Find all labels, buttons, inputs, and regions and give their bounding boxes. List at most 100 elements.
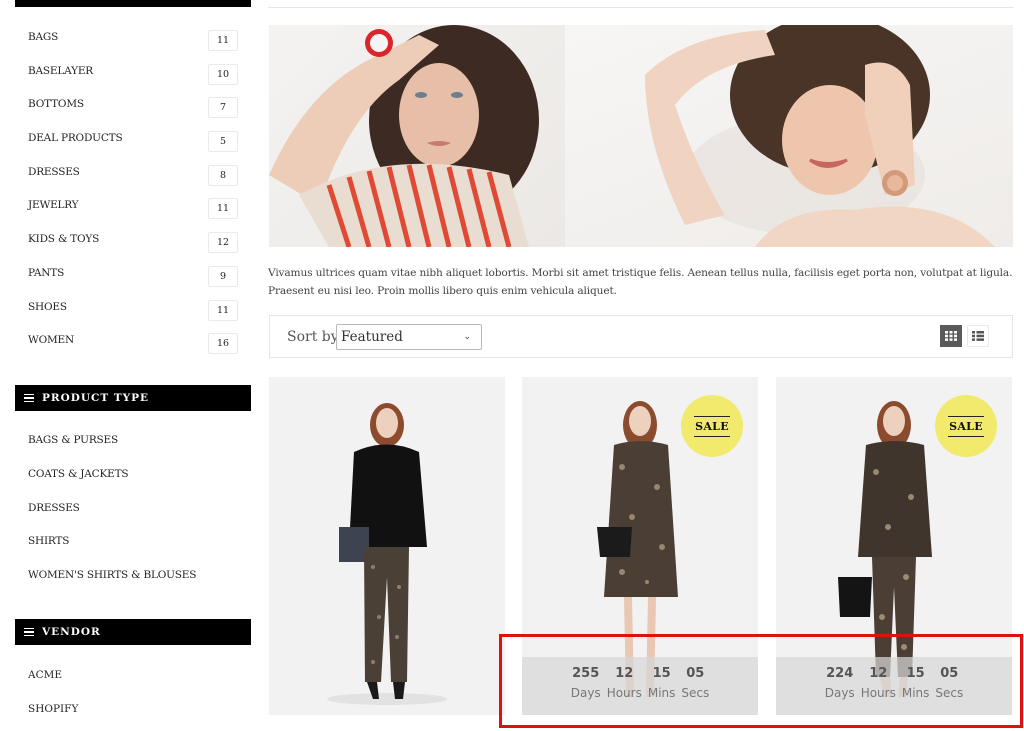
vendor-list: ACME SHOPIFY <box>15 659 251 726</box>
category-count: 5 <box>208 131 238 153</box>
product-image <box>327 403 447 705</box>
grid-view-button[interactable] <box>940 325 962 347</box>
category-label: BOTTOMS <box>28 98 84 111</box>
banner-image-right <box>565 25 1013 247</box>
product-type-label: SHIRTS <box>28 535 70 548</box>
countdown-secs: 05 Secs <box>681 666 709 715</box>
category-item-jewelry[interactable]: JEWELRY 11 <box>15 189 251 223</box>
sale-badge: SALE <box>681 395 743 457</box>
countdown-label: Days <box>570 686 601 700</box>
countdown-label: Hours <box>860 686 896 700</box>
product-type-label: WOMEN'S SHIRTS & BLOUSES <box>28 569 197 582</box>
product-toolbar: Sort by Featured ⌄ <box>269 315 1013 358</box>
category-count: 16 <box>208 333 238 355</box>
countdown-days: 224 Days <box>825 666 855 715</box>
product-type-label: COATS & JACKETS <box>28 467 129 480</box>
vendor-header: VENDOR <box>15 619 251 645</box>
product-type-item[interactable]: DRESSES <box>15 492 251 526</box>
sidebar-top-header <box>15 0 251 7</box>
countdown-timer: 224 Days 12 Hours 15 Mins 05 Secs <box>776 657 1012 715</box>
category-count: 11 <box>208 30 238 51</box>
collection-description: Vivamus ultrices quam vitae nibh aliquet… <box>268 267 1013 297</box>
product-type-item[interactable]: COATS & JACKETS <box>15 458 251 492</box>
category-label: DRESSES <box>28 165 80 178</box>
menu-icon <box>24 393 34 403</box>
category-item-deal-products[interactable]: DEAL PRODUCTS 5 <box>15 122 251 156</box>
category-count: 7 <box>208 97 238 119</box>
list-icon <box>972 331 984 341</box>
category-label: BASELAYER <box>28 64 93 77</box>
product-type-item[interactable]: BAGS & PURSES <box>15 424 251 458</box>
countdown-mins: 15 Mins <box>648 666 676 715</box>
category-label: WOMEN <box>28 334 75 347</box>
countdown-timer: 255 Days 12 Hours 15 Mins 05 Secs <box>522 657 758 715</box>
countdown-value: 12 <box>869 666 888 681</box>
product-type-label: BAGS & PURSES <box>28 434 118 446</box>
category-list: BAGS 11 BASELAYER 10 BOTTOMS 7 DEAL PRODUCT… <box>15 21 251 358</box>
countdown-value: 05 <box>686 666 705 681</box>
banner-image-left <box>269 25 565 247</box>
menu-icon <box>24 627 34 637</box>
countdown-label: Secs <box>681 686 710 700</box>
product-type-item[interactable]: WOMEN'S SHIRTS & BLOUSES <box>15 559 251 593</box>
category-item-pants[interactable]: PANTS 9 <box>15 257 251 291</box>
countdown-hours: 12 Hours <box>607 666 642 715</box>
category-item-kids-toys[interactable]: KIDS & TOYS 12 <box>15 223 251 257</box>
category-count: 11 <box>208 198 238 220</box>
category-item-shoes[interactable]: SHOES 11 <box>15 291 251 325</box>
product-type-header: PRODUCT TYPE <box>15 385 251 411</box>
category-item-bags[interactable]: BAGS 11 <box>15 21 251 55</box>
category-item-bottoms[interactable]: BOTTOMS 7 <box>15 88 251 122</box>
countdown-secs: 05 Secs <box>935 666 963 715</box>
product-type-list: BAGS & PURSES COATS & JACKETS DRESSES SH… <box>15 424 251 593</box>
countdown-label: Secs <box>935 686 964 700</box>
category-item-women[interactable]: WOMEN 16 <box>15 324 251 358</box>
grid-icon <box>945 331 957 341</box>
category-label: SHOES <box>28 300 67 313</box>
product-card[interactable]: SALE 255 Days 12 Hours 15 Mins 05 Secs <box>522 377 758 715</box>
countdown-value: 224 <box>826 666 854 681</box>
chevron-down-icon: ⌄ <box>463 332 471 342</box>
category-count: 10 <box>208 63 238 85</box>
category-label: KIDS & TOYS <box>28 233 100 246</box>
product-card[interactable] <box>269 377 505 715</box>
category-count: 11 <box>208 299 238 321</box>
divider <box>268 7 1014 8</box>
category-count: 9 <box>208 265 238 287</box>
vendor-label: SHOPIFY <box>28 702 79 715</box>
countdown-mins: 15 Mins <box>902 666 930 715</box>
countdown-value: 05 <box>940 666 959 681</box>
countdown-hours: 12 Hours <box>861 666 896 715</box>
countdown-value: 255 <box>572 666 600 681</box>
product-type-title: PRODUCT TYPE <box>42 392 150 404</box>
category-label: PANTS <box>28 266 65 279</box>
collection-banner <box>269 25 1013 247</box>
category-item-baselayer[interactable]: BASELAYER 10 <box>15 55 251 89</box>
vendor-title: VENDOR <box>42 626 101 638</box>
category-label: JEWELRY <box>28 199 79 212</box>
countdown-value: 15 <box>652 666 671 681</box>
countdown-value: 12 <box>615 666 634 681</box>
sort-select[interactable]: Featured ⌄ <box>336 324 482 350</box>
countdown-label: Hours <box>606 686 642 700</box>
category-label: DEAL PRODUCTS <box>28 132 123 145</box>
sort-selected-value: Featured <box>341 329 403 345</box>
sale-badge-text: SALE <box>694 415 730 437</box>
category-label: BAGS <box>28 31 59 43</box>
countdown-label: Mins <box>647 686 676 700</box>
category-count: 12 <box>208 232 238 254</box>
vendor-item[interactable]: SHOPIFY <box>15 693 251 727</box>
product-card[interactable]: SALE 224 Days 12 Hours 15 Mins 05 Secs <box>776 377 1012 715</box>
sale-badge-text: SALE <box>948 415 984 437</box>
countdown-days: 255 Days <box>571 666 601 715</box>
list-view-button[interactable] <box>967 325 989 347</box>
category-count: 8 <box>208 164 238 186</box>
category-item-dresses[interactable]: DRESSES 8 <box>15 156 251 190</box>
sale-badge: SALE <box>935 395 997 457</box>
countdown-label: Mins <box>901 686 930 700</box>
sort-label: Sort by <box>287 329 339 345</box>
vendor-item[interactable]: ACME <box>15 659 251 693</box>
product-type-item[interactable]: SHIRTS <box>15 525 251 559</box>
vendor-label: ACME <box>28 669 63 681</box>
product-type-label: DRESSES <box>28 501 80 514</box>
